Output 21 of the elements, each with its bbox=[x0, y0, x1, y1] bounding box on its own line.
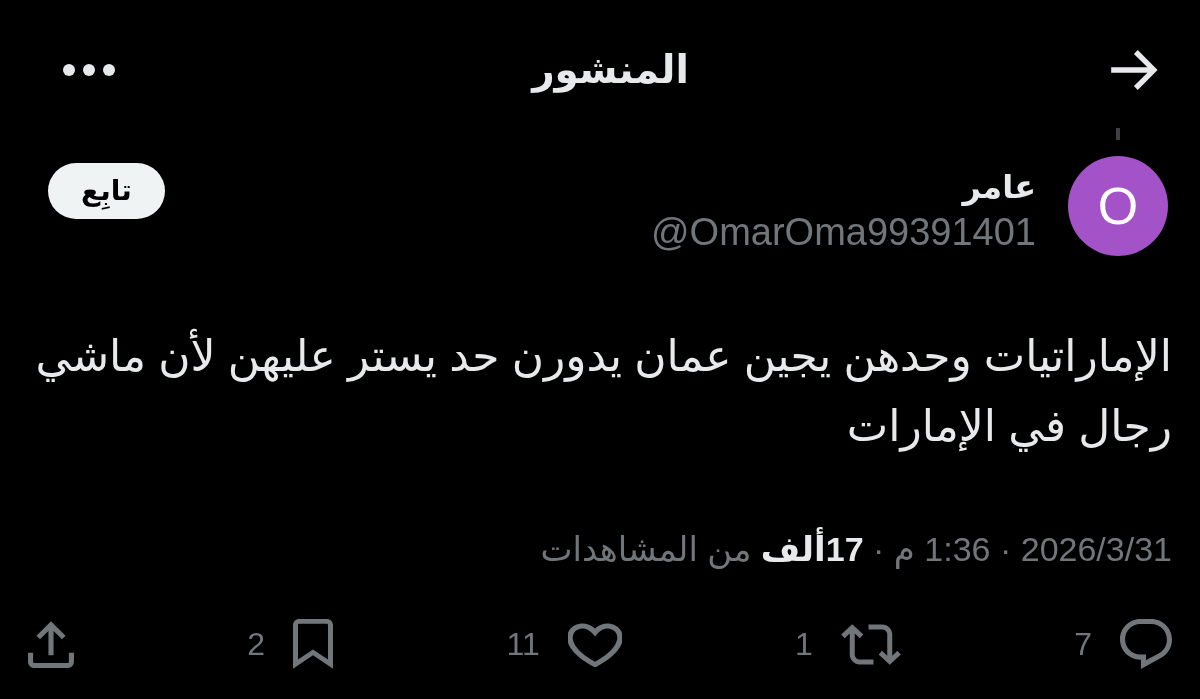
reply-button[interactable]: 7 bbox=[1074, 619, 1172, 669]
share-button[interactable] bbox=[28, 620, 74, 668]
heart-icon bbox=[567, 621, 622, 667]
like-button[interactable]: 11 bbox=[506, 621, 622, 667]
bookmark-icon bbox=[293, 619, 334, 669]
dots-icon bbox=[63, 64, 115, 76]
post-text: الإماراتيات وحدهن يجين عمان يدورن حد يستر عليهن لأن ماشي رجال في الإمارات bbox=[0, 321, 1200, 461]
arrows-loop-icon bbox=[840, 623, 901, 665]
repost-button[interactable]: 1 bbox=[795, 623, 901, 665]
more-button[interactable] bbox=[63, 64, 115, 76]
speech-bubble-icon bbox=[1120, 619, 1172, 669]
share-icon bbox=[28, 620, 74, 668]
arrow-icon bbox=[1111, 50, 1158, 90]
follow-button[interactable]: تابِع bbox=[48, 163, 165, 219]
avatar[interactable]: O bbox=[1068, 156, 1168, 256]
page-title: المنشور bbox=[532, 47, 689, 94]
author-handle[interactable]: @OmarOma99391401 bbox=[651, 207, 1036, 257]
author-name[interactable]: عامر bbox=[962, 167, 1036, 207]
bookmark-button[interactable]: 2 bbox=[247, 619, 334, 669]
post-meta: 2026/3/31 · 1:36 م · 17ألف من المشاهدات bbox=[540, 529, 1172, 569]
back-button[interactable] bbox=[1111, 50, 1158, 90]
